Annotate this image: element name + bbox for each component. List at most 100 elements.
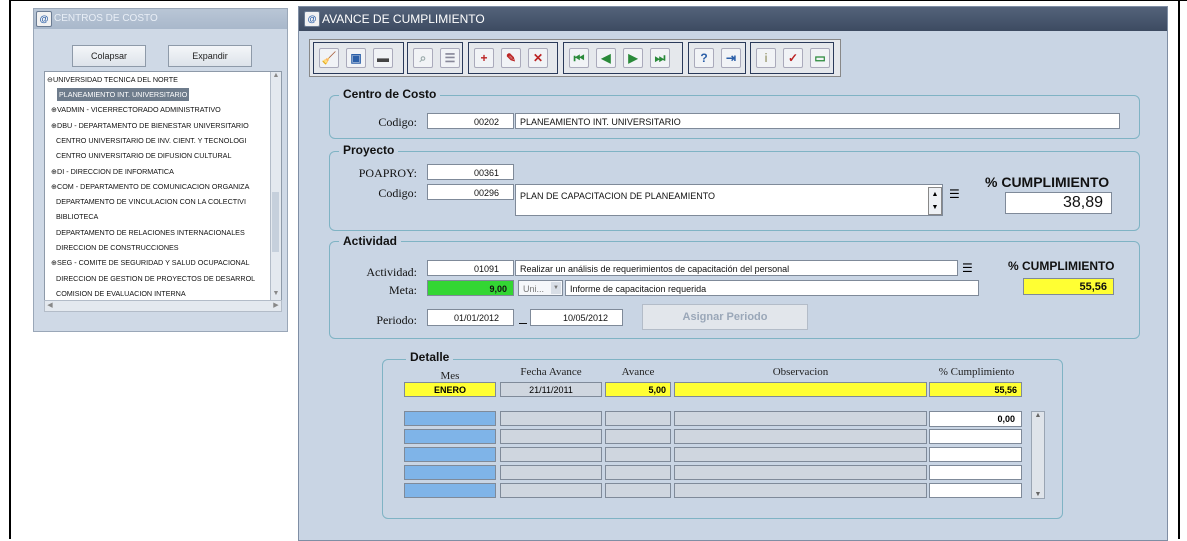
help-icon[interactable]: ? (694, 48, 714, 68)
tree-item[interactable]: CENTRO UNIVERSITARIO DE INV. CIENT. Y TE… (56, 134, 247, 147)
tree-item[interactable]: BIBLIOTECA (56, 210, 98, 223)
tree-root[interactable]: ⊖UNIVERSIDAD TECNICA DEL NORTE (47, 73, 178, 86)
row-fecha[interactable]: 21/11/2011 (500, 382, 602, 397)
header-mes: Mes (440, 370, 460, 382)
tree-item[interactable]: CENTRO UNIVERSITARIO DE DIFUSION CULTURA… (56, 149, 231, 162)
tree-vertical-scrollbar[interactable]: ▲ ▼ (270, 72, 281, 300)
scroll-thumb[interactable] (272, 192, 279, 252)
app-icon: @ (36, 11, 52, 27)
tree-item[interactable]: ⊕DI - DIRECCION DE INFORMATICA (51, 165, 174, 178)
empty-cell-cumplimiento (929, 483, 1022, 498)
empty-cell-fecha[interactable] (500, 483, 602, 498)
tree-item[interactable]: ⊕VADMIN - VICERRECTORADO ADMINISTRATIVO (51, 103, 221, 116)
empty-cell-observacion[interactable] (674, 483, 927, 498)
asignar-periodo-button[interactable]: Asignar Periodo (642, 304, 808, 330)
edit-record-icon[interactable]: ✎ (501, 48, 521, 68)
row-mes[interactable]: ENERO (404, 382, 496, 397)
poaproy-field[interactable]: 00361 (427, 164, 514, 180)
fecha-fin-field[interactable]: 10/05/2012 (530, 309, 623, 326)
tree-item[interactable]: COMISION DE EVALUACION INTERNA (56, 287, 186, 300)
empty-cell-avance[interactable] (605, 411, 671, 426)
detalle-scrollbar[interactable]: ▲ ▼ (1031, 411, 1045, 499)
fecha-inicio-field[interactable]: 01/01/2012 (427, 309, 514, 326)
toolbar-group: + ✎ ✕ (468, 42, 558, 74)
scroll-right-icon[interactable]: ▶ (271, 301, 281, 311)
toolbar-group: ⏮ ◀ ▶ ⏭ (563, 42, 683, 74)
scroll-up-icon[interactable]: ▲ (1032, 412, 1044, 419)
empty-cell-fecha[interactable] (500, 447, 602, 462)
scroll-up-icon[interactable]: ▲ (271, 72, 281, 82)
tree-item[interactable]: DIRECCION DE CONSTRUCCIONES (56, 241, 179, 254)
unidad-select[interactable]: Uni... ▼ (518, 280, 563, 296)
scroll-down-icon[interactable]: ▼ (1032, 491, 1044, 498)
list-icon[interactable]: ☰ (440, 48, 460, 68)
meta-descripcion-field[interactable]: Informe de capacitacion requerida (565, 280, 979, 296)
empty-cell-mes[interactable] (404, 483, 496, 498)
tree-item[interactable]: ⊕SEG - COMITE DE SEGURIDAD Y SALUD OCUPA… (51, 256, 250, 269)
cc-codigo-field[interactable]: 00202 (427, 113, 514, 129)
cc-nombre-field[interactable]: PLANEAMIENTO INT. UNIVERSITARIO (515, 113, 1120, 129)
scroll-down-icon[interactable]: ▼ (271, 290, 281, 300)
empty-cell-fecha[interactable] (500, 465, 602, 480)
empty-cell-observacion[interactable] (674, 411, 927, 426)
next-record-icon[interactable]: ▶ (623, 48, 643, 68)
proyecto-cumplimiento-label: % CUMPLIMIENTO (985, 174, 1110, 190)
actividad-cumplimiento-label: % CUMPLIMIENTO (1008, 259, 1115, 273)
empty-cell-observacion[interactable] (674, 429, 927, 444)
poaproy-label: POAPROY: (358, 166, 417, 180)
empty-cell-observacion[interactable] (674, 447, 927, 462)
proyecto-codigo-field[interactable]: 00296 (427, 184, 514, 200)
last-record-icon[interactable]: ⏭ (650, 48, 670, 68)
expand-button[interactable]: Expandir (168, 45, 252, 67)
delete-record-icon[interactable]: ✕ (528, 48, 548, 68)
empty-cell-avance[interactable] (605, 483, 671, 498)
proyecto-spinner[interactable]: ▲ ▼ (928, 187, 942, 215)
window-icon[interactable]: ▭ (810, 48, 830, 68)
tree-item[interactable]: DEPARTAMENTO DE RELACIONES INTERNACIONAL… (56, 226, 245, 239)
insert-record-icon[interactable]: + (474, 48, 494, 68)
tree-item[interactable]: ⊕DBU - DEPARTAMENTO DE BIENESTAR UNIVERS… (51, 119, 249, 132)
empty-cell-avance[interactable] (605, 465, 671, 480)
tree-item[interactable]: DIRECCION DE GESTION DE PROYECTOS DE DES… (56, 272, 255, 285)
clear-icon[interactable]: 🧹 (319, 48, 339, 68)
tree-item[interactable]: DEPARTAMENTO DE VINCULACION CON LA COLEC… (56, 195, 246, 208)
empty-cell-fecha[interactable] (500, 429, 602, 444)
row-observacion[interactable] (674, 382, 927, 397)
actividad-descripcion-field[interactable]: Realizar un análisis de requerimientos d… (515, 260, 958, 276)
toolbar-group: ⌕ ☰ (407, 42, 463, 74)
tree-item[interactable]: ⊕COM - DEPARTAMENTO DE COMUNICACION ORGA… (51, 180, 249, 193)
row-avance[interactable]: 5,00 (605, 382, 671, 397)
tree-horizontal-scrollbar[interactable]: ◀ ▶ (44, 300, 282, 312)
meta-field[interactable]: 9,00 (427, 280, 514, 296)
proyecto-list-icon[interactable]: ☰ (949, 187, 963, 201)
scroll-left-icon[interactable]: ◀ (45, 301, 55, 311)
proyecto-cumplimiento-field: 38,89 (1005, 192, 1112, 214)
empty-cell-mes[interactable] (404, 447, 496, 462)
actividad-codigo-field[interactable]: 01091 (427, 260, 514, 276)
empty-cell-mes[interactable] (404, 411, 496, 426)
empty-cell-avance[interactable] (605, 447, 671, 462)
exit-icon[interactable]: ⇥ (721, 48, 741, 68)
row-cumplimiento: 55,56 (929, 382, 1022, 397)
empty-cell-mes[interactable] (404, 465, 496, 480)
first-record-icon[interactable]: ⏮ (569, 48, 589, 68)
save-icon[interactable]: ▣ (346, 48, 366, 68)
empty-cell-fecha[interactable] (500, 411, 602, 426)
cost-center-tree[interactable]: ⊖UNIVERSIDAD TECNICA DEL NORTE PLANEAMIE… (44, 71, 282, 301)
empty-cell-avance[interactable] (605, 429, 671, 444)
print-icon[interactable]: ▬ (373, 48, 393, 68)
proyecto-codigo-label: Codigo: (378, 186, 417, 200)
periodo-label: Periodo: (376, 313, 417, 327)
proyecto-nombre-field[interactable]: PLAN DE CAPACITACION DE PLANEAMIENTO (515, 184, 943, 216)
info-icon[interactable]: i (756, 48, 776, 68)
previous-record-icon[interactable]: ◀ (596, 48, 616, 68)
query-icon[interactable]: ⌕ (413, 48, 433, 68)
empty-cell-observacion[interactable] (674, 465, 927, 480)
actividad-label: Actividad: (366, 265, 417, 279)
tree-item[interactable]: PLANEAMIENTO INT. UNIVERSITARIO (57, 88, 190, 101)
collapse-button[interactable]: Colapsar (72, 45, 146, 67)
empty-cell-mes[interactable] (404, 429, 496, 444)
check-icon[interactable]: ✓ (783, 48, 803, 68)
actividad-list-icon[interactable]: ☰ (962, 261, 976, 275)
header-observacion: Observacion (772, 366, 829, 378)
